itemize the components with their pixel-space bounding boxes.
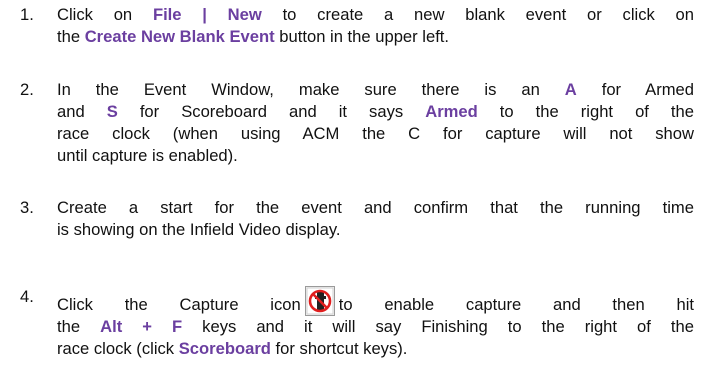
- text-run: In the Event Window, make sure there is …: [57, 80, 565, 99]
- step-number: 1.: [20, 5, 34, 24]
- shortcut-alt-f: Alt + F: [100, 317, 183, 336]
- status-letter-s: S: [106, 102, 118, 121]
- text-run: and: [57, 102, 107, 121]
- step-text: Click the Capture icon to enable capture…: [57, 286, 694, 360]
- text-run: to create a new blank event or click on: [261, 5, 695, 24]
- text-line: Click on File | New to create a new blan…: [57, 4, 694, 26]
- text-run: race clock (click: [57, 339, 179, 358]
- text-run: to the right of the: [477, 102, 695, 121]
- text-line: race clock (click Scoreboard for shortcu…: [57, 338, 694, 360]
- text-line: In the Event Window, make sure there is …: [57, 79, 694, 101]
- text-run: to enable capture and then hit: [338, 295, 694, 314]
- link-scoreboard[interactable]: Scoreboard: [179, 339, 271, 358]
- step-text: Click on File | New to create a new blan…: [57, 4, 694, 48]
- button-name-create-new-blank-event: Create New Blank Event: [84, 27, 275, 46]
- text-run: for Scoreboard and it says: [117, 102, 426, 121]
- step-text: Create a start for the event and confirm…: [57, 197, 694, 241]
- text-line: until capture is enabled).: [57, 146, 238, 165]
- step-number: 4.: [20, 287, 34, 306]
- text-run: button in the upper left.: [274, 27, 450, 46]
- text-line: race clock (when using ACM the C for cap…: [57, 124, 694, 143]
- text-run: the: [57, 27, 85, 46]
- step-number: 2.: [20, 80, 34, 99]
- text-line: the Create New Blank Event button in the…: [57, 26, 694, 48]
- instruction-document: 1. Click on File | New to create a new b…: [0, 0, 703, 378]
- text-line: and S for Scoreboard and it says Armed t…: [57, 101, 694, 123]
- capture-disabled-icon: [304, 286, 335, 316]
- text-run: Click on: [57, 5, 153, 24]
- text-run: the: [57, 317, 101, 336]
- step-text: In the Event Window, make sure there is …: [57, 79, 694, 167]
- text-line: is showing on the Infield Video display.: [57, 220, 341, 239]
- step-number: 3.: [20, 198, 34, 217]
- text-line: Click the Capture icon to enable capture…: [57, 286, 694, 316]
- text-line: Create a start for the event and confirm…: [57, 198, 694, 217]
- status-word-armed: Armed: [425, 102, 478, 121]
- status-letter-a: A: [564, 80, 577, 99]
- text-run: for shortcut keys).: [270, 339, 408, 358]
- text-run: keys and it will say Finishing to the ri…: [182, 317, 694, 336]
- menu-path-file-new: File | New: [152, 5, 262, 24]
- text-run: Click the Capture icon: [57, 295, 301, 314]
- text-line: the Alt + F keys and it will say Finishi…: [57, 316, 694, 338]
- text-run: for Armed: [576, 80, 694, 99]
